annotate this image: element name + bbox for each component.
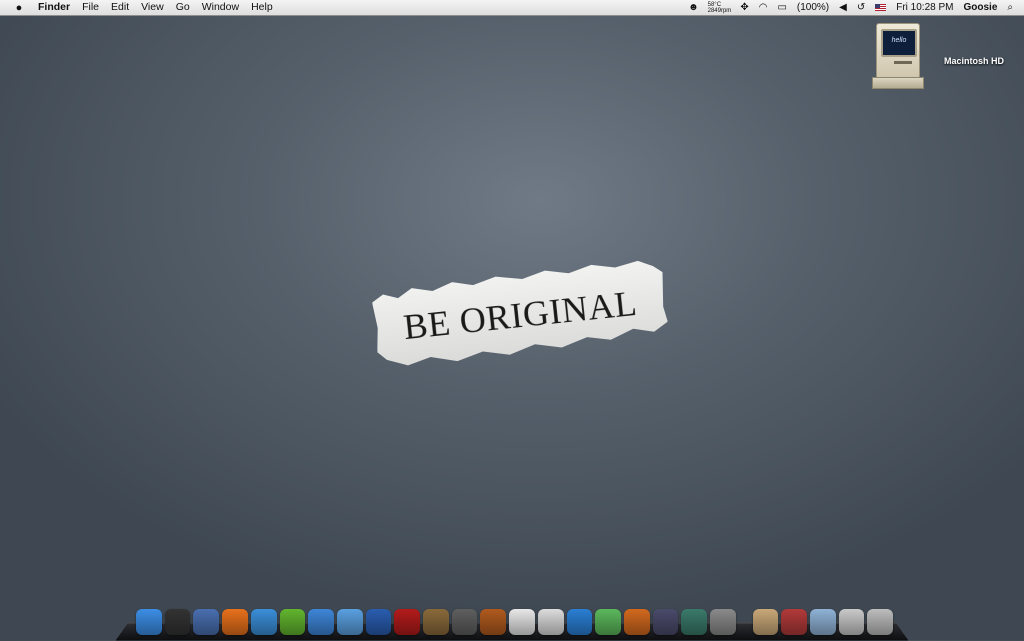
- volume-icon[interactable]: ◀: [834, 0, 852, 15]
- mail-icon[interactable]: [336, 609, 363, 635]
- textedit-icon[interactable]: [509, 609, 535, 635]
- mac-keyboard: [872, 77, 924, 89]
- dock: [136, 603, 896, 635]
- dashboard-icon[interactable]: [164, 609, 191, 635]
- finder-icon[interactable]: [136, 609, 162, 635]
- user-menu[interactable]: Goosie: [958, 0, 1002, 15]
- macintosh-hd-desktop-item[interactable]: hello Macintosh HD: [866, 23, 1006, 93]
- system-preferences-icon[interactable]: [710, 609, 736, 635]
- time-machine-status-icon[interactable]: ↺: [852, 0, 870, 15]
- menu-go[interactable]: Go: [170, 0, 196, 15]
- green-app-icon[interactable]: [279, 609, 306, 635]
- mac-screen-text: hello: [891, 37, 907, 44]
- wallpaper-paper-scrap: BE ORIGINAL: [370, 255, 669, 371]
- menu-bar: ● Finder File Edit View Go Window Help ☻…: [0, 0, 1024, 16]
- menu-extras: ☻ 58°C 2849rpm ✥ ◠ ▭ (100%) ◀ ↺ Fri 10:2…: [683, 0, 1024, 15]
- menu-help[interactable]: Help: [245, 0, 279, 15]
- quicktime-icon[interactable]: [566, 609, 593, 635]
- battery-percent[interactable]: (100%): [792, 0, 834, 15]
- spotlight-icon[interactable]: ⌕: [1002, 0, 1018, 15]
- menu-file[interactable]: File: [76, 0, 105, 15]
- flickr-uploadr-icon[interactable]: [537, 609, 564, 635]
- apple-menu-icon[interactable]: ●: [6, 2, 32, 14]
- dvd-player-icon[interactable]: [365, 609, 392, 635]
- iphoto-icon[interactable]: [423, 609, 449, 635]
- trash-icon[interactable]: [867, 609, 894, 635]
- documents-stack-icon[interactable]: [810, 609, 836, 635]
- applications-stack-icon[interactable]: [752, 609, 779, 635]
- imovie-icon[interactable]: [451, 609, 478, 635]
- fan-speed-text: 2849rpm: [707, 7, 732, 14]
- mac-screen: hello: [881, 29, 917, 57]
- clock[interactable]: Fri 10:28 PM: [891, 0, 958, 15]
- menu-edit[interactable]: Edit: [105, 0, 135, 15]
- keynote-icon[interactable]: [623, 609, 650, 635]
- temp-monitor[interactable]: 58°C 2849rpm: [704, 2, 736, 14]
- preview-icon[interactable]: [193, 609, 220, 635]
- menu-left: ● Finder File Edit View Go Window Help: [0, 0, 279, 15]
- wallpaper-text: BE ORIGINAL: [401, 282, 639, 348]
- menu-view[interactable]: View: [135, 0, 170, 15]
- menu-window[interactable]: Window: [196, 0, 245, 15]
- battery-icon[interactable]: ▭: [772, 0, 791, 15]
- itunes-icon[interactable]: [595, 609, 621, 635]
- drive-label[interactable]: Macintosh HD: [944, 56, 1004, 66]
- garageband-icon[interactable]: [480, 609, 507, 635]
- robot-status-icon[interactable]: ☻: [683, 0, 704, 15]
- photo-booth-icon[interactable]: [394, 609, 421, 635]
- menu-app-name[interactable]: Finder: [32, 0, 76, 15]
- automator-icon[interactable]: [652, 609, 679, 635]
- time-machine-icon[interactable]: [681, 609, 708, 635]
- mac-floppy-slot: [894, 61, 912, 64]
- utilities-stack-icon[interactable]: [781, 609, 808, 635]
- safari-icon[interactable]: [250, 609, 277, 635]
- downloads-stack-icon[interactable]: [838, 609, 865, 635]
- spaces-icon[interactable]: ✥: [735, 0, 753, 15]
- wifi-icon[interactable]: ◠: [754, 0, 773, 15]
- ichat-icon[interactable]: [308, 609, 334, 635]
- firefox-icon[interactable]: [222, 609, 248, 635]
- input-flag-icon[interactable]: [875, 4, 887, 11]
- classic-mac-drive-icon[interactable]: hello: [872, 23, 924, 89]
